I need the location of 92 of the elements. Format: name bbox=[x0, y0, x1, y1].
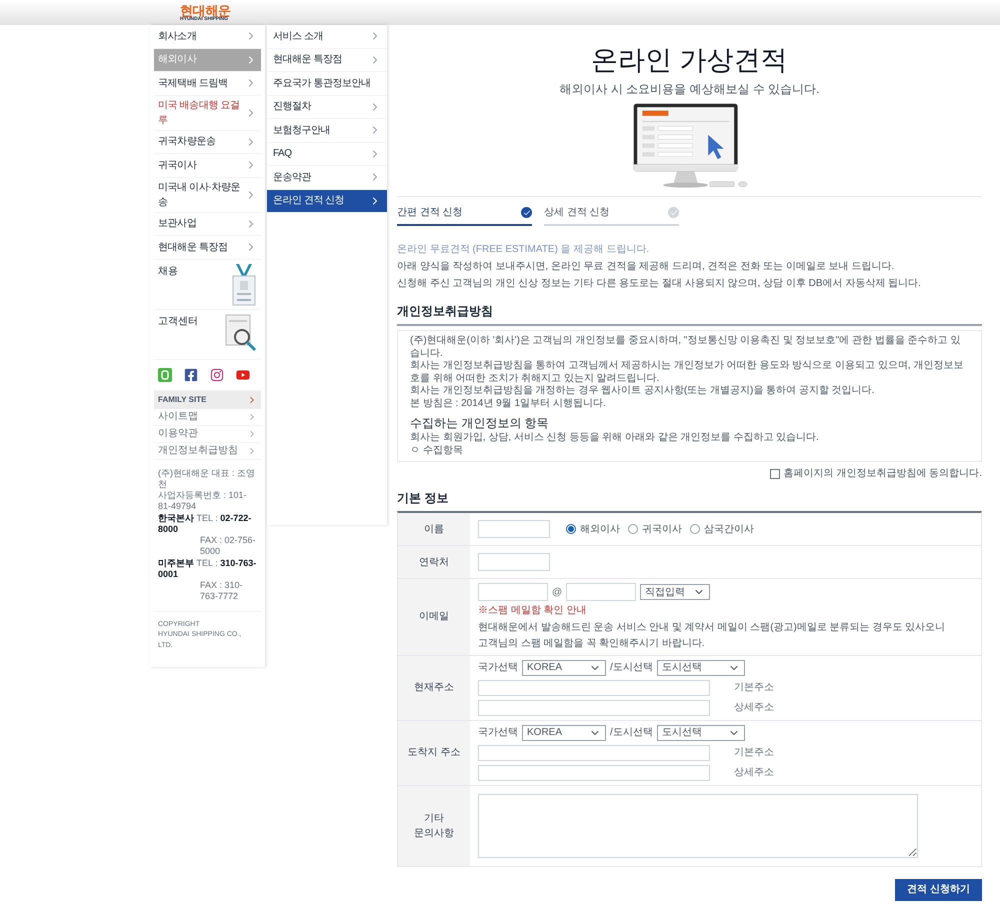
family-site-link[interactable]: 이용약관 bbox=[154, 426, 261, 442]
family-site-link[interactable]: 개인정보취급방침 bbox=[154, 442, 261, 460]
radio-button[interactable] bbox=[690, 524, 700, 534]
main-menu-item[interactable]: 귀국차량운송 bbox=[154, 130, 261, 154]
agree-label: 홈페이지의 개인정보취급방침에 동의합니다. bbox=[784, 467, 982, 481]
form-label: 이름 bbox=[398, 513, 470, 545]
main-menu-item[interactable]: 미국내 이사·차량운송 bbox=[154, 178, 261, 212]
radio-label: 귀국이사 bbox=[642, 522, 682, 536]
policy-text: (주)현대해운(이하 '회사')은 고객님의 개인정보를 중요시하며, "정보통신망 이용촉진 및 정보보호"에 관한 법률을 준수하고 있습니다. bbox=[410, 335, 962, 360]
check-icon bbox=[522, 208, 530, 216]
page-subtitle: 해외이사 시 소요비용을 예상해보실 수 있습니다. bbox=[558, 81, 820, 98]
form-label: 도착지 주소 bbox=[398, 720, 470, 784]
family-site-link[interactable]: 사이트맵 bbox=[154, 408, 261, 426]
at-sign: @ bbox=[552, 586, 562, 600]
city-label: /도시선택 bbox=[610, 726, 653, 740]
agree-checkbox[interactable] bbox=[770, 468, 780, 478]
privacy-policy-box[interactable] bbox=[397, 330, 982, 462]
promo-label[interactable]: 고객센터 bbox=[158, 314, 198, 328]
intro-lead: 온라인 무료견적 (FREE ESTIMATE) 을 제공해 드립니다. bbox=[397, 243, 650, 257]
spam-notice: ※스팸 메일함 확인 안내 bbox=[478, 605, 588, 618]
search-document-icon bbox=[225, 314, 257, 352]
sub-menu-item[interactable]: 주요국가 통관정보안내 bbox=[267, 72, 387, 96]
company-info-line: 사업자등록번호 : 101-81-49794 bbox=[158, 490, 248, 512]
country-select[interactable]: KOREA bbox=[522, 724, 606, 740]
address-input[interactable] bbox=[478, 700, 710, 716]
form-label: 현재주소 bbox=[398, 656, 470, 720]
family-site-header[interactable]: FAMILY SITE bbox=[154, 390, 261, 408]
company-info-line: 미주본부 TEL : 310-763-0001 bbox=[158, 558, 257, 580]
main-menu-item[interactable]: 현대해운 특장점 bbox=[154, 236, 261, 260]
address-input[interactable] bbox=[478, 680, 710, 696]
name-input[interactable] bbox=[478, 520, 550, 538]
sub-menu-item[interactable]: FAQ bbox=[267, 142, 387, 166]
blog-icon[interactable] bbox=[158, 368, 172, 382]
country-label: 국가선택 bbox=[478, 661, 518, 675]
id-badge-icon bbox=[231, 264, 257, 306]
address-field-label: 상세주소 bbox=[734, 701, 774, 715]
form-label: 연락처 bbox=[398, 546, 470, 578]
country-label: 국가선택 bbox=[478, 726, 518, 740]
city-select[interactable]: 도시선택 bbox=[656, 724, 745, 740]
policy-text: ㅇ 수집항목 bbox=[410, 444, 464, 457]
intro-text: 아래 양식을 작성하여 보내주시면, 온라인 무료 견적을 제공해 드리며, 견적은 전화 또는 이메일로 보내 드립니다. bbox=[397, 261, 896, 274]
sub-menu-item[interactable]: 온라인 견적 신청 bbox=[267, 190, 387, 213]
page-title: 온라인 가상견적 bbox=[590, 47, 789, 74]
company-info-line: 한국본사 TEL : 02-722-8000 bbox=[158, 512, 252, 535]
privacy-heading: 개인정보취급방침 bbox=[397, 302, 982, 326]
estimate-tab[interactable]: 상세 견적 신청 bbox=[544, 205, 679, 226]
spam-note: 현대해운에서 발송해드린 운송 서비스 안내 및 계약서 메일이 스팸(광고)메일로 분류되는 경우도 있사오니 bbox=[478, 622, 946, 634]
policy-text: 회사는 개인정보취급방침을 통하여 고객님께서 제공하시는 개인정보가 어떠한 용도와 방식으로 이용되고 있으며, 개인정보보호를 위해 어떠한 조치가 취해지고 있는지 알려드립니다. bbox=[410, 360, 964, 385]
contact-input[interactable] bbox=[478, 553, 550, 571]
facebook-icon[interactable] bbox=[184, 368, 198, 382]
company-info-line: FAX : 02-756-5000 bbox=[199, 535, 257, 558]
youtube-icon[interactable] bbox=[236, 368, 250, 382]
spam-note: 고객님의 스팸 메일함을 꼭 확인해주시기 바랍니다. bbox=[478, 638, 706, 650]
main-menu-item[interactable]: 귀국이사 bbox=[154, 154, 261, 178]
address-input[interactable] bbox=[478, 744, 710, 760]
company-info-line: (주)현대해운 대표 : 조영천 bbox=[158, 468, 256, 490]
company-info-line: FAX : 310-763-7772 bbox=[199, 580, 244, 602]
form-label: 기타 문의사항 bbox=[398, 786, 470, 866]
email-id-input[interactable] bbox=[478, 583, 548, 601]
radio-button[interactable] bbox=[628, 524, 638, 534]
check-icon bbox=[670, 208, 678, 216]
sub-menu-item[interactable]: 보험청구안내 bbox=[267, 119, 387, 142]
inquiry-textarea[interactable] bbox=[478, 794, 918, 858]
sub-menu-item[interactable]: 진행절차 bbox=[267, 96, 387, 119]
city-label: /도시선택 bbox=[610, 661, 653, 675]
main-menu-item[interactable]: 국제택배 드림백 bbox=[154, 72, 261, 96]
address-field-label: 기본주소 bbox=[734, 746, 774, 760]
policy-text: 본 방침은 : 2014년 9월 1일부터 시행됩니다. bbox=[410, 398, 607, 410]
instagram-icon[interactable] bbox=[210, 368, 224, 382]
domain-select[interactable]: 직접입력 bbox=[640, 584, 710, 600]
country-select[interactable]: KOREA bbox=[522, 660, 606, 676]
address-field-label: 상세주소 bbox=[734, 766, 774, 780]
form-label: 이메일 bbox=[398, 579, 470, 654]
basic-info-heading: 기본 정보 bbox=[397, 490, 450, 507]
sub-menu-item[interactable]: 서비스 소개 bbox=[267, 25, 387, 48]
address-input[interactable] bbox=[478, 764, 710, 780]
submit-button[interactable]: 견적 신청하기 bbox=[895, 878, 982, 900]
policy-section-title: 수집하는 개인정보의 항목 bbox=[410, 415, 550, 432]
main-menu-item[interactable]: 보관사업 bbox=[154, 212, 261, 236]
promo-label[interactable]: 채용 bbox=[158, 264, 178, 278]
radio-label: 해외이사 bbox=[580, 522, 620, 536]
intro-text: 신청해 주신 고객님의 개인 신상 정보는 기타 다른 용도로는 절대 사용되지 않으며, 상담 이후 DB에서 자동삭제 됩니다. bbox=[397, 278, 922, 290]
email-domain-input[interactable] bbox=[566, 583, 636, 601]
main-menu-item[interactable]: 미국 배송대행 요걸루 bbox=[154, 96, 261, 130]
policy-text: 회사는 회원가입, 상담, 서비스 신청 등등을 위해 아래와 같은 개인정보를 수집하고 있습니다. bbox=[410, 432, 820, 444]
address-field-label: 기본주소 bbox=[734, 681, 774, 695]
city-select[interactable]: 도시선택 bbox=[656, 660, 745, 676]
radio-label: 삼국간이사 bbox=[704, 522, 754, 536]
sub-menu-item[interactable]: 현대해운 특장점 bbox=[267, 48, 387, 72]
estimate-tab[interactable]: 간편 견적 신청 bbox=[397, 205, 532, 226]
radio-button[interactable] bbox=[566, 524, 576, 534]
policy-text: 회사는 개인정보취급방침을 개정하는 경우 웹사이트 공지사항(또는 개별공지)을 통하여 공지할 것입니다. bbox=[410, 385, 876, 398]
